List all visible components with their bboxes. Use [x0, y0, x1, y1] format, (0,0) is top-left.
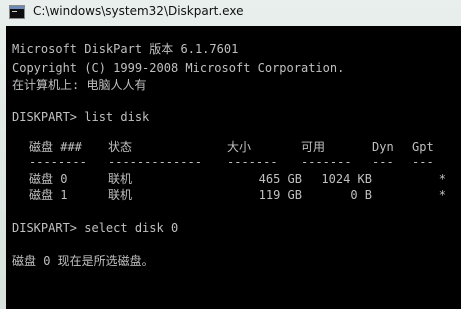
- header-free: 可用: [301, 140, 326, 154]
- header-size: 大小: [227, 140, 252, 154]
- banner-copyright: Copyright (C) 1999-2008 Microsoft Corpor…: [12, 61, 345, 75]
- command-select-disk: DISKPART> select disk 0: [12, 221, 179, 235]
- diskpart-window: C:\windows\system32\Diskpart.exe Microso…: [0, 0, 461, 309]
- separator-status: -------------: [108, 155, 202, 169]
- separator-gpt: ---: [412, 155, 434, 169]
- title-bar[interactable]: C:\windows\system32\Diskpart.exe: [0, 0, 461, 24]
- separator-free: -------: [301, 155, 352, 169]
- row-gpt: *: [438, 172, 446, 186]
- row-disk: 磁盘 1: [29, 188, 68, 202]
- row-gpt: *: [438, 188, 446, 202]
- select-result: 磁盘 0 现在是所选磁盘。: [12, 254, 154, 268]
- row-size: 119 GB: [258, 188, 302, 202]
- row-free: 0 B: [350, 188, 372, 202]
- separator-dyn: ---: [372, 155, 394, 169]
- separator-disk: --------: [29, 155, 87, 169]
- separator-size: -------: [227, 155, 278, 169]
- header-disk: 磁盘 ###: [29, 140, 82, 154]
- window-title: C:\windows\system32\Diskpart.exe: [33, 4, 244, 18]
- row-free: 1024 KB: [321, 172, 372, 186]
- header-dyn: Dyn: [372, 140, 394, 154]
- header-status: 状态: [108, 140, 133, 154]
- row-status: 联机: [108, 188, 133, 202]
- command-list-disk: DISKPART> list disk: [12, 110, 150, 124]
- header-gpt: Gpt: [412, 140, 434, 154]
- banner-computer: 在计算机上: 电脑人人有: [12, 78, 147, 92]
- row-status: 联机: [108, 172, 133, 186]
- console-output[interactable]: Microsoft DiskPart 版本 6.1.7601 Copyright…: [6, 26, 461, 309]
- console-app-icon[interactable]: [9, 5, 25, 19]
- banner-version: Microsoft DiskPart 版本 6.1.7601: [12, 42, 239, 56]
- row-disk: 磁盘 0: [29, 172, 68, 186]
- row-size: 465 GB: [258, 172, 302, 186]
